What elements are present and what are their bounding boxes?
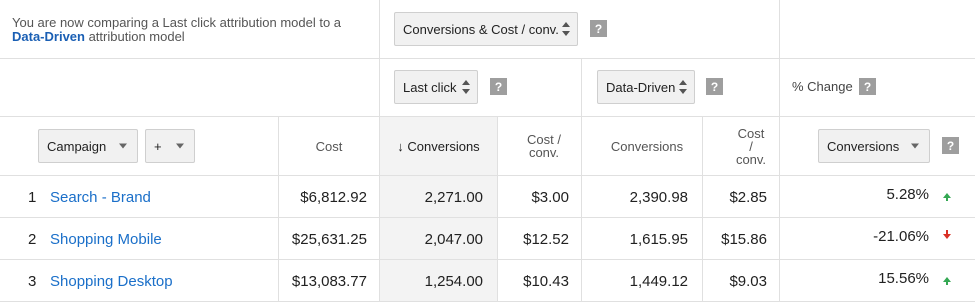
intro-text: You are now comparing a Last click attri… (12, 15, 342, 44)
baseline-help-icon[interactable]: ? (490, 78, 507, 95)
metric-selector-cell: Conversions & Cost / conv. ? (380, 0, 780, 59)
cost-cell: $25,631.25 (279, 218, 380, 260)
model-row-spacer (0, 59, 380, 117)
chevron-down-icon (176, 143, 184, 149)
campaign-link[interactable]: Shopping Mobile (50, 231, 162, 248)
row-index: 1 (28, 189, 37, 206)
conversions-lc-header: ↓ Conversions (397, 139, 480, 154)
chevron-down-icon (911, 143, 919, 149)
cpa-lc-cell: $12.52 (498, 218, 582, 260)
change-header-cell: % Change ? (780, 59, 975, 117)
comparison-model-cell: Data-Driven ? (582, 59, 780, 117)
comparison-help-icon[interactable]: ? (706, 78, 723, 95)
comparison-model-selector[interactable]: Data-Driven (597, 70, 695, 104)
add-dimension-button[interactable]: + (145, 129, 195, 163)
baseline-model-selector[interactable]: Last click (394, 70, 478, 104)
conversions-lc-value: 2,047.00 (424, 231, 483, 248)
change-help-icon[interactable]: ? (859, 78, 876, 95)
cpa-dd-header-cell[interactable]: Cost / conv. (703, 117, 780, 176)
campaign-link[interactable]: Search - Brand (50, 189, 151, 206)
change-value: 5.28% (886, 186, 929, 203)
up-down-icon (462, 80, 470, 94)
change-value: -21.06% (873, 228, 929, 245)
cost-header-cell[interactable]: Cost (279, 117, 380, 176)
arrow-up-icon (943, 193, 951, 201)
cost-value: $6,812.92 (300, 189, 367, 206)
attribution-comparison-table: You are now comparing a Last click attri… (0, 0, 975, 302)
cpa-dd-cell: $15.86 (703, 218, 780, 260)
cpa-lc-header: Cost / conv. (527, 132, 561, 160)
up-down-icon (679, 80, 687, 94)
cpa-lc-header-cell[interactable]: Cost / conv. (498, 117, 582, 176)
cost-cell: $6,812.92 (279, 176, 380, 218)
conversions-lc-cell: 1,254.00 (380, 260, 498, 302)
conversions-dd-value: 1,615.95 (629, 231, 688, 248)
cpa-dd-value: $9.03 (729, 273, 767, 290)
change-cell: -21.06% (780, 218, 975, 260)
metric-selector[interactable]: Conversions & Cost / conv. (394, 12, 578, 46)
top-right-cell (780, 0, 975, 59)
conversions-dd-header: Conversions (610, 139, 684, 154)
intro-cell: You are now comparing a Last click attri… (0, 0, 380, 59)
cpa-lc-cell: $3.00 (498, 176, 582, 218)
cpa-dd-cell: $9.03 (703, 260, 780, 302)
cpa-dd-value: $2.85 (729, 189, 767, 206)
sort-down-arrow-icon: ↓ (397, 139, 404, 154)
up-down-icon (562, 22, 570, 36)
conversions-lc-value: 1,254.00 (424, 273, 483, 290)
conversions-dd-cell: 1,615.95 (582, 218, 703, 260)
data-driven-link[interactable]: Data-Driven (12, 29, 85, 44)
conversions-lc-cell: 2,271.00 (380, 176, 498, 218)
conversions-dd-cell: 1,449.12 (582, 260, 703, 302)
arrow-up-icon (943, 277, 951, 285)
table-row-campaign-cell: 2 Shopping Mobile (0, 218, 279, 260)
table-row-campaign-cell: 3 Shopping Desktop (0, 260, 279, 302)
row-index: 2 (28, 231, 37, 248)
change-label: % Change (792, 79, 853, 94)
cost-value: $13,083.77 (291, 273, 367, 290)
change-metric-selector[interactable]: Conversions (818, 129, 930, 163)
conversions-dd-cell: 2,390.98 (582, 176, 703, 218)
conversions-dd-header-cell[interactable]: Conversions (582, 117, 703, 176)
cost-header: Cost (315, 139, 343, 154)
change-metric-header-cell: Conversions ? (780, 117, 975, 176)
change-metric-help-icon[interactable]: ? (942, 137, 959, 154)
cost-cell: $13,083.77 (279, 260, 380, 302)
metric-help-icon[interactable]: ? (590, 20, 607, 37)
conversions-dd-value: 1,449.12 (629, 273, 688, 290)
conversions-lc-cell: 2,047.00 (380, 218, 498, 260)
cpa-lc-value: $3.00 (531, 189, 569, 206)
cpa-dd-cell: $2.85 (703, 176, 780, 218)
change-cell: 5.28% (780, 176, 975, 218)
conversions-dd-value: 2,390.98 (629, 189, 688, 206)
conversions-lc-header-cell[interactable]: ↓ Conversions (380, 117, 498, 176)
row-index: 3 (28, 273, 37, 290)
cpa-lc-cell: $10.43 (498, 260, 582, 302)
chevron-down-icon (119, 143, 127, 149)
campaign-header-cell: Campaign + (0, 117, 279, 176)
change-cell: 15.56% (780, 260, 975, 302)
change-value: 15.56% (878, 270, 929, 287)
conversions-lc-value: 2,271.00 (424, 189, 483, 206)
cpa-lc-value: $12.52 (523, 231, 569, 248)
baseline-model-cell: Last click ? (380, 59, 582, 117)
table-row-campaign-cell: 1 Search - Brand (0, 176, 279, 218)
cpa-dd-value: $15.86 (721, 231, 767, 248)
campaign-link[interactable]: Shopping Desktop (50, 273, 173, 290)
campaign-dimension-selector[interactable]: Campaign (38, 129, 138, 163)
arrow-down-icon (943, 230, 951, 239)
cpa-lc-value: $10.43 (523, 273, 569, 290)
cost-value: $25,631.25 (291, 231, 367, 248)
